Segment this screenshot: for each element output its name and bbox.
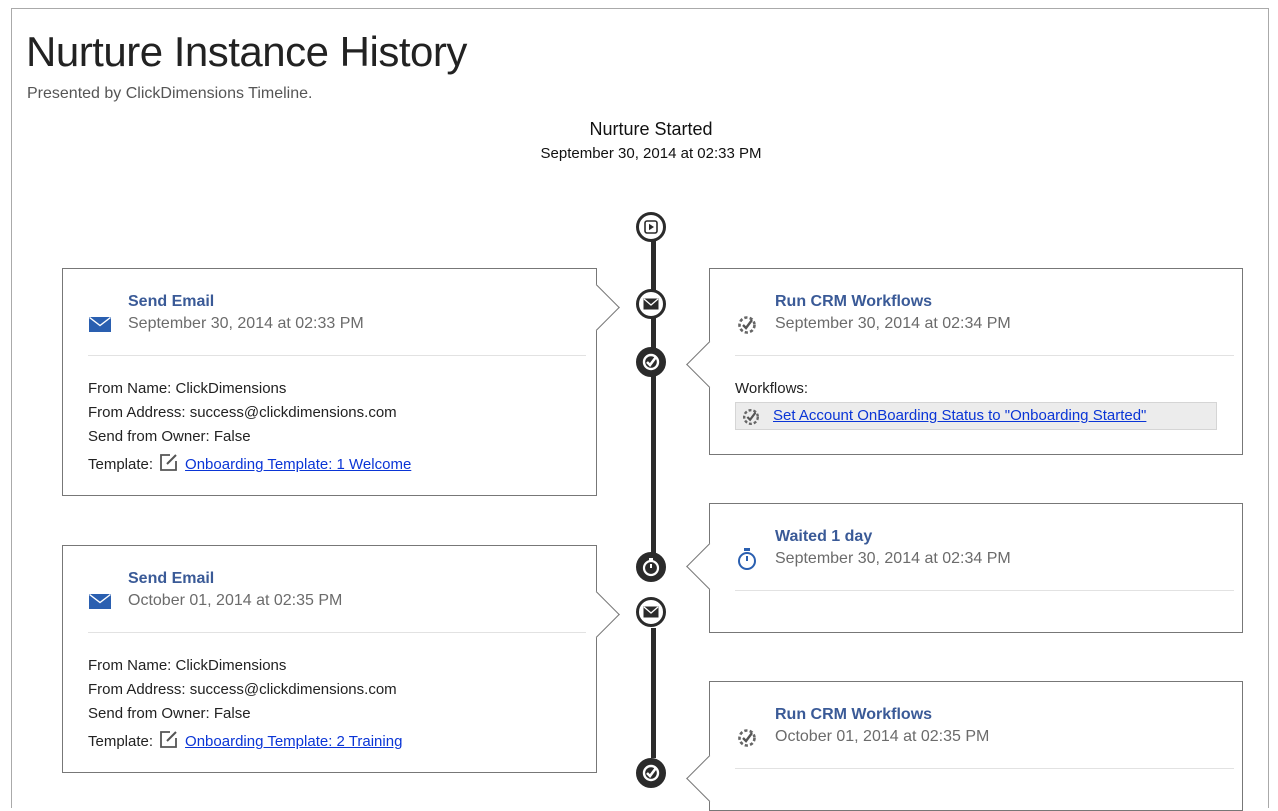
timeline-node-workflow (636, 758, 666, 788)
timeline-line (651, 318, 656, 348)
card-divider (88, 632, 586, 633)
timeline-node-email (636, 597, 666, 627)
workflow-check-icon (642, 353, 660, 371)
event-card-run-crm-workflows: Run CRM Workflows October 01, 2014 at 02… (686, 681, 1243, 811)
stopwatch-icon (738, 548, 756, 570)
event-title: Send Email (128, 570, 215, 587)
from-name-value: ClickDimensions (175, 380, 287, 397)
from-address-value: success@clickdimensions.com (189, 404, 397, 421)
edit-template-icon (160, 731, 177, 748)
event-card-wait: Waited 1 day September 30, 2014 at 02:34… (686, 503, 1243, 633)
envelope-icon (89, 317, 111, 332)
from-name-label: From Name: (88, 657, 172, 674)
edit-template-icon (160, 454, 177, 471)
event-title: Run CRM Workflows (775, 706, 933, 723)
from-name-row: From Name: ClickDimensions (88, 657, 286, 674)
page-subtitle: Presented by ClickDimensions Timeline. (27, 85, 313, 102)
nurture-started-title: Nurture Started (589, 119, 713, 139)
event-card-run-crm-workflows: Run CRM Workflows September 30, 2014 at … (686, 268, 1243, 455)
workflow-gear-icon (743, 409, 759, 425)
from-address-label: From Address: (88, 681, 186, 698)
from-name-value: ClickDimensions (175, 657, 287, 674)
workflow-check-icon (642, 764, 660, 782)
event-title: Send Email (128, 293, 215, 310)
timeline-node-email (636, 289, 666, 319)
envelope-icon (89, 594, 111, 609)
workflow-gear-icon (738, 729, 756, 747)
template-row: Template: Onboarding Template: 2 Training (88, 729, 402, 750)
workflows-label: Workflows: (735, 380, 809, 397)
template-link[interactable]: Onboarding Template: 1 Welcome (185, 456, 411, 473)
send-from-owner-value: False (213, 705, 251, 722)
from-address-value: success@clickdimensions.com (189, 681, 397, 698)
timeline-node-start (636, 212, 666, 242)
send-from-owner-label: Send from Owner: (88, 428, 210, 445)
event-title: Waited 1 day (775, 528, 873, 545)
event-card-send-email: Send Email September 30, 2014 at 02:33 P… (62, 268, 620, 496)
template-label: Template: (88, 456, 154, 473)
workflow-link[interactable]: Set Account OnBoarding Status to "Onboar… (773, 407, 1146, 424)
from-name-row: From Name: ClickDimensions (88, 380, 286, 397)
envelope-icon (643, 298, 659, 310)
event-date: October 01, 2014 at 02:35 PM (775, 728, 990, 745)
timeline-line (651, 376, 656, 554)
card-divider (735, 768, 1234, 769)
timeline-node-wait (636, 552, 666, 582)
timeline-node-workflow (636, 347, 666, 377)
workflow-gear-icon (738, 316, 756, 334)
card-divider (735, 590, 1234, 591)
send-from-owner-label: Send from Owner: (88, 705, 210, 722)
from-address-label: From Address: (88, 404, 186, 421)
send-from-owner-value: False (213, 428, 251, 445)
send-from-owner-row: Send from Owner: False (88, 428, 251, 445)
template-link[interactable]: Onboarding Template: 2 Training (185, 733, 402, 750)
card-divider (735, 355, 1234, 356)
event-date: September 30, 2014 at 02:34 PM (775, 550, 1011, 567)
event-title: Run CRM Workflows (775, 293, 933, 310)
page-title: Nurture Instance History (26, 28, 467, 75)
event-date: September 30, 2014 at 02:34 PM (775, 315, 1011, 332)
send-from-owner-row: Send from Owner: False (88, 705, 251, 722)
event-date: October 01, 2014 at 02:35 PM (128, 592, 343, 609)
nurture-started-date: September 30, 2014 at 02:33 PM (540, 145, 762, 162)
template-row: Template: Onboarding Template: 1 Welcome (88, 452, 411, 473)
template-label: Template: (88, 733, 154, 750)
stopwatch-icon (642, 558, 660, 577)
event-date: September 30, 2014 at 02:33 PM (128, 315, 364, 332)
timeline-line (651, 628, 656, 758)
envelope-icon (643, 606, 659, 618)
from-address-row: From Address: success@clickdimensions.co… (88, 681, 397, 698)
card-divider (88, 355, 586, 356)
play-icon (644, 220, 658, 234)
event-card-send-email: Send Email October 01, 2014 at 02:35 PM … (62, 545, 620, 773)
from-name-label: From Name: (88, 380, 172, 397)
from-address-row: From Address: success@clickdimensions.co… (88, 404, 397, 421)
workflow-item: Set Account OnBoarding Status to "Onboar… (735, 402, 1217, 430)
